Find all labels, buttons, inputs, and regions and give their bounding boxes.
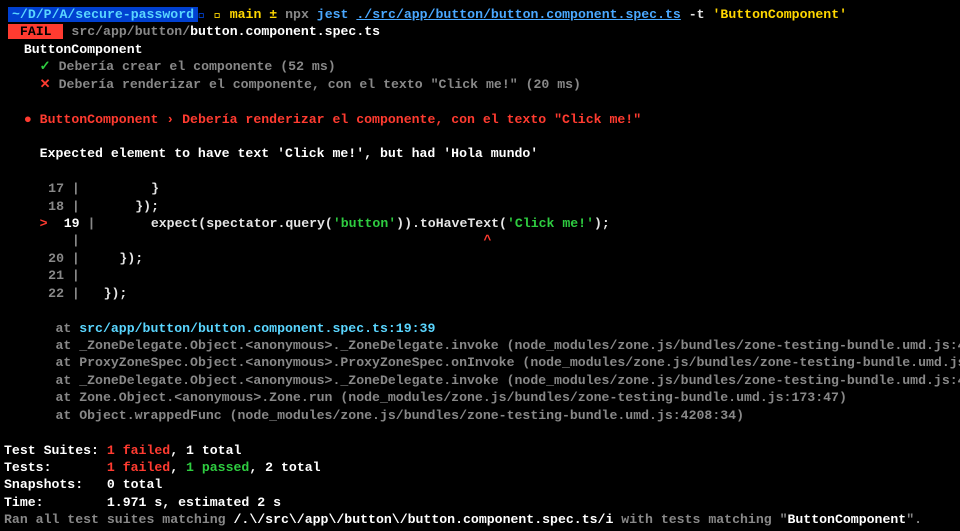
summary-time: Time: 1.971 s, estimated 2 s (0, 494, 960, 511)
stack-line: at ProxyZoneSpec.Object.<anonymous>.Prox… (0, 354, 960, 371)
cmd-flag: -t (689, 7, 705, 22)
test-name: Debería renderizar el componente, con el… (59, 77, 518, 92)
stack-line: at Object.wrappedFunc (node_modules/zone… (0, 407, 960, 424)
stack-line: at _ZoneDelegate.Object.<anonymous>._Zon… (0, 337, 960, 354)
test-time: (52 ms) (280, 59, 335, 74)
fail-dir: src/app/button/ (71, 24, 190, 39)
cmd-file: ./src/app/button/button.component.spec.t… (356, 7, 680, 22)
suite-name: ButtonComponent (0, 41, 960, 58)
branch-icon: ⎇ (214, 7, 222, 22)
arrow-icon: > (40, 216, 48, 231)
cross-icon: ✕ (40, 77, 51, 92)
fail-file: button.component.spec.ts (190, 24, 380, 39)
stack-line: at _ZoneDelegate.Object.<anonymous>._Zon… (0, 372, 960, 389)
error-title: ButtonComponent › Debería renderizar el … (40, 112, 641, 127)
cmd-jest: jest (317, 7, 349, 22)
bullet-icon: ● (24, 112, 32, 127)
error-header: ● ButtonComponent › Debería renderizar e… (0, 111, 960, 128)
test-result-pass: ✓ Debería crear el componente (52 ms) (0, 58, 960, 75)
check-icon: ✓ (40, 59, 51, 74)
caret-icon: ^ (483, 233, 491, 248)
summary-snapshots: Snapshots: 0 total (0, 476, 960, 493)
terminal-output: ~/D/P/A/secure-password ⎇ main ± npx je… (0, 6, 960, 529)
summary-suites: Test Suites: 1 failed, 1 total (0, 442, 960, 459)
code-line: 21 | (0, 267, 960, 284)
code-line: 17 | } (0, 180, 960, 197)
test-time: (20 ms) (526, 77, 581, 92)
summary-ran: Ran all test suites matching /.\/src\/ap… (0, 511, 960, 528)
stack-line: at Zone.Object.<anonymous>.Zone.run (nod… (0, 389, 960, 406)
code-line: 18 | }); (0, 198, 960, 215)
code-line-active: >19 | expect(spectator.query('button')).… (0, 215, 960, 232)
cmd-testname: 'ButtonComponent' (713, 7, 848, 22)
prompt-line: ~/D/P/A/secure-password ⎇ main ± npx je… (0, 6, 960, 23)
git-branch: ⎇ main ± (214, 7, 277, 22)
code-line: 22 | }); (0, 285, 960, 302)
caret-line: | ^ (0, 232, 960, 249)
fail-badge: FAIL (8, 24, 63, 39)
code-line: 20 | }); (0, 250, 960, 267)
stack-line: at src/app/button/button.component.spec.… (0, 320, 960, 337)
prompt-arrow-icon:  (198, 7, 206, 22)
test-name: Debería crear el componente (59, 59, 273, 74)
cmd-npx: npx (285, 7, 309, 22)
prompt-path: ~/D/P/A/secure-password (8, 7, 198, 22)
test-result-fail: ✕ Debería renderizar el componente, con … (0, 76, 960, 93)
stack-source-link: src/app/button/button.component.spec.ts (79, 321, 388, 336)
fail-line: FAIL src/app/button/button.component.spe… (0, 23, 960, 40)
error-message: Expected element to have text 'Click me!… (0, 145, 960, 162)
summary-tests: Tests: 1 failed, 1 passed, 2 total (0, 459, 960, 476)
